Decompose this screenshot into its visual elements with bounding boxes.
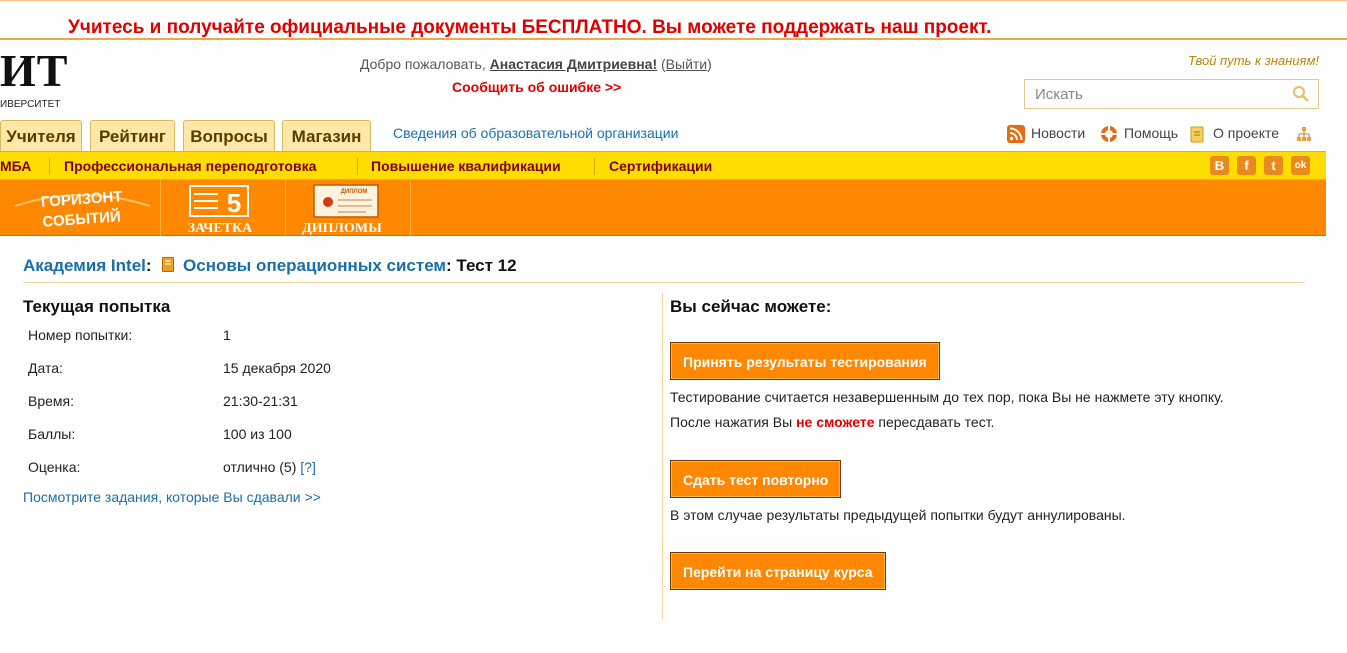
promo-text[interactable]: Учитесь и получайте официальные документ… xyxy=(68,17,991,39)
tab-shop[interactable]: Магазин xyxy=(282,120,371,152)
zachetka-graphic: 5 ЗАЧЕТКА xyxy=(188,185,253,236)
attempt-grade-value: отлично (5) [?] xyxy=(223,459,316,475)
welcome-message: Добро пожаловать, Анастасия Дмитриевна! … xyxy=(360,56,712,72)
accept-results-button[interactable]: Принять результаты тестирования xyxy=(670,342,940,380)
about-link[interactable]: О проекте xyxy=(1213,125,1279,141)
grade-text: отлично (5) xyxy=(223,459,297,475)
user-name-link[interactable]: Анастасия Дмитриевна! xyxy=(490,56,657,72)
breadcrumb-colon: : xyxy=(145,256,152,275)
diploma-graphic: ДИПЛОМ ДИПЛОМЫ xyxy=(302,184,382,236)
column-divider xyxy=(662,293,663,619)
accept-note: Тестирование считается незавершенным до … xyxy=(670,389,1224,405)
top-border xyxy=(0,0,1347,1)
breadcrumb: Академия Intel: Основы операционных сист… xyxy=(23,256,517,276)
logout-paren-close: ) xyxy=(707,56,712,72)
attempt-score-label: Баллы: xyxy=(28,426,76,442)
diplomas-banner[interactable]: ДИПЛОМ ДИПЛОМЫ xyxy=(290,180,410,236)
news-link[interactable]: Новости xyxy=(1031,125,1085,141)
zachetka-banner[interactable]: 5 ЗАЧЕТКА xyxy=(170,180,275,236)
breadcrumb-academy[interactable]: Академия Intel xyxy=(23,256,146,275)
attempt-time-label: Время: xyxy=(28,393,75,409)
accept-warning-prefix: После нажатия Вы xyxy=(670,414,793,430)
attempt-date-value: 15 декабря 2020 xyxy=(223,360,331,376)
accept-warning-emphasis: не сможете xyxy=(796,414,875,430)
search-input[interactable] xyxy=(1033,85,1287,104)
accept-warning-suffix: пересдавать тест. xyxy=(878,414,995,430)
promo-banner[interactable]: Учитесь и получайте официальные документ… xyxy=(0,8,1347,40)
menu-qualification[interactable]: Повышение квалификации xyxy=(371,158,561,174)
slogan: Твой путь к знаниям! xyxy=(1187,53,1319,68)
search-box xyxy=(1024,79,1319,109)
menu-separator xyxy=(357,158,358,175)
twitter-icon[interactable]: t xyxy=(1264,156,1283,175)
attempt-heading: Текущая попытка xyxy=(23,297,171,316)
site-logo-subtitle: ИВЕРСИТЕТ xyxy=(0,99,61,110)
tab-questions[interactable]: Вопросы xyxy=(183,120,275,152)
attempt-date-label: Дата: xyxy=(28,360,63,376)
attempt-number-label: Номер попытки: xyxy=(28,327,133,343)
odnoklassniki-icon[interactable]: ok xyxy=(1291,156,1310,175)
go-to-course-button[interactable]: Перейти на страницу курса xyxy=(670,552,886,590)
menu-separator xyxy=(594,158,595,175)
help-link[interactable]: Помощь xyxy=(1124,125,1178,141)
facebook-icon[interactable]: f xyxy=(1237,156,1256,175)
logout-link[interactable]: Выйти xyxy=(666,56,707,72)
attempt-score-value: 100 из 100 xyxy=(223,426,292,442)
grade-help-link[interactable]: [?] xyxy=(300,459,316,475)
banner-separator xyxy=(285,180,286,236)
banner-bar: ГОРИЗОНТ СОБЫТИЙ 5 ЗАЧЕТКА ДИПЛОМ ДИПЛОМ… xyxy=(0,180,1326,236)
sitemap-icon[interactable] xyxy=(1295,125,1313,143)
horizon-line2: СОБЫТИЙ xyxy=(42,207,121,230)
horizon-line1: ГОРИЗОНТ xyxy=(40,188,123,211)
diploma-badge-text: ДИПЛОМ xyxy=(341,189,368,195)
horizon-events-graphic: ГОРИЗОНТ СОБЫТИЙ xyxy=(14,188,151,231)
zachetka-grade: 5 xyxy=(227,188,241,218)
banner-separator xyxy=(410,180,411,236)
book-icon xyxy=(162,257,175,272)
attempt-number-value: 1 xyxy=(223,327,231,343)
rss-icon[interactable] xyxy=(1007,125,1025,143)
menu-separator xyxy=(49,158,50,175)
vkontakte-icon[interactable]: В xyxy=(1210,156,1229,175)
attempt-time-value: 21:30-21:31 xyxy=(223,393,298,409)
accept-warning: После нажатия Вы не сможете пересдавать … xyxy=(670,414,994,430)
breadcrumb-test: : Тест 12 xyxy=(446,256,517,275)
tab-rating[interactable]: Рейтинг xyxy=(90,120,175,152)
note-about-icon[interactable] xyxy=(1188,125,1206,143)
secondary-menu-bar: МБА Профессиональная переподготовка Повы… xyxy=(0,151,1326,180)
breadcrumb-divider xyxy=(23,282,1305,283)
search-icon[interactable] xyxy=(1292,85,1310,103)
actions-heading: Вы сейчас можете: xyxy=(670,297,832,316)
diplomas-label: ДИПЛОМЫ xyxy=(302,221,382,236)
attempt-grade-label: Оценка: xyxy=(28,459,81,475)
org-info-link[interactable]: Сведения об образовательной организации xyxy=(393,125,678,141)
retake-test-button[interactable]: Сдать тест повторно xyxy=(670,460,842,498)
breadcrumb-course[interactable]: Основы операционных систем xyxy=(183,256,446,275)
lifebuoy-help-icon[interactable] xyxy=(1100,125,1118,143)
welcome-prefix: Добро пожаловать, xyxy=(360,56,486,72)
menu-mba[interactable]: МБА xyxy=(0,158,31,174)
retake-note: В этом случае результаты предыдущей попы… xyxy=(670,507,1126,523)
report-error-link[interactable]: Сообщить об ошибке >> xyxy=(452,79,621,95)
site-logo[interactable]: ИТ xyxy=(0,48,68,94)
zachetka-label: ЗАЧЕТКА xyxy=(188,221,253,236)
menu-certifications[interactable]: Сертификации xyxy=(609,158,712,174)
horizon-events-banner[interactable]: ГОРИЗОНТ СОБЫТИЙ xyxy=(10,180,155,236)
menu-professional-retraining[interactable]: Профессиональная переподготовка xyxy=(64,158,316,174)
tab-teachers[interactable]: Учителя xyxy=(0,120,82,152)
banner-separator xyxy=(160,180,161,236)
view-tasks-link[interactable]: Посмотрите задания, которые Вы сдавали >… xyxy=(23,489,321,505)
